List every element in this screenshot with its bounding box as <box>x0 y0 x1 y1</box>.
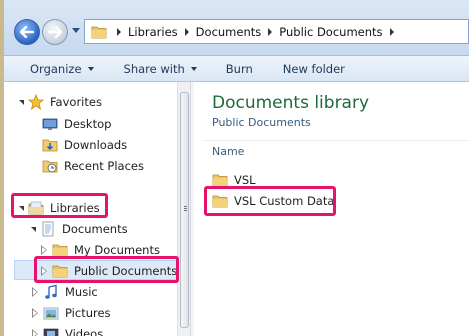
folder-icon <box>212 195 228 208</box>
downloads-folder-icon <box>42 139 58 152</box>
burn-button[interactable]: Burn <box>226 62 253 76</box>
desktop-icon <box>42 118 58 130</box>
organize-label: Organize <box>30 61 82 76</box>
recent-pages-dropdown-icon[interactable] <box>72 28 80 34</box>
collapsed-arrow-icon[interactable] <box>32 308 38 318</box>
nav-documents-label: Documents <box>62 222 128 236</box>
collapsed-arrow-icon[interactable] <box>41 245 47 255</box>
file-item[interactable]: VSL <box>212 170 256 190</box>
breadcrumb-separator-icon[interactable] <box>117 27 121 36</box>
back-arrow-icon <box>20 26 34 38</box>
collapsed-arrow-icon[interactable] <box>32 329 38 336</box>
nav-desktop-label: Desktop <box>64 117 112 131</box>
column-header-name[interactable]: Name <box>212 145 244 158</box>
column-divider <box>202 140 469 141</box>
forward-button[interactable] <box>42 19 68 45</box>
chevron-down-icon <box>190 66 197 71</box>
grip-line <box>184 210 187 211</box>
nav-downloads[interactable]: Downloads <box>42 135 127 155</box>
address-bar-area: Libraries Documents Public Documents <box>4 0 469 56</box>
new-folder-label: New folder <box>282 61 345 76</box>
share-with-button[interactable]: Share with <box>124 62 197 76</box>
nav-my-documents-label: My Documents <box>74 243 160 257</box>
chevron-down-icon <box>87 66 94 71</box>
breadcrumb-separator-icon[interactable] <box>184 27 189 36</box>
nav-videos-label: Videos <box>65 327 104 336</box>
nav-public-documents-label: Public Documents <box>74 264 178 278</box>
nav-my-documents[interactable]: My Documents <box>41 240 160 260</box>
nav-libraries-label: Libraries <box>50 201 100 215</box>
folder-icon <box>212 174 228 187</box>
nav-recent-places[interactable]: Recent Places <box>42 156 144 176</box>
navigation-pane: Favorites Desktop Downloads Recent Place… <box>4 82 194 336</box>
library-title: Documents library <box>212 93 370 113</box>
nav-downloads-label: Downloads <box>64 138 128 152</box>
expanded-arrow-icon[interactable] <box>19 205 24 211</box>
organize-button[interactable]: Organize <box>30 62 94 76</box>
nav-favorites-label: Favorites <box>50 95 102 109</box>
breadcrumb-separator-icon[interactable] <box>389 27 394 36</box>
file-item-label: VSL <box>234 173 256 187</box>
nav-scrollbar-thumb[interactable] <box>180 92 189 328</box>
forward-arrow-icon <box>48 26 62 38</box>
nav-favorites[interactable]: Favorites <box>19 92 102 112</box>
folder-icon <box>91 26 107 38</box>
file-item[interactable]: VSL Custom Data <box>212 191 334 211</box>
videos-icon <box>43 328 59 336</box>
content-pane: Documents library Public Documents Name … <box>194 82 469 336</box>
nav-videos[interactable]: Videos <box>32 324 104 336</box>
file-item-label: VSL Custom Data <box>234 194 335 208</box>
documents-library-icon <box>42 221 54 237</box>
libraries-icon <box>28 201 44 215</box>
address-box[interactable]: Libraries Documents Public Documents <box>84 19 469 44</box>
grip-line <box>184 208 187 209</box>
star-icon <box>28 94 44 110</box>
breadcrumb-documents[interactable]: Documents <box>196 25 262 39</box>
breadcrumb-separator-icon[interactable] <box>268 27 273 36</box>
nav-public-documents[interactable]: Public Documents <box>41 261 178 281</box>
grip-line <box>184 206 187 207</box>
expanded-arrow-icon[interactable] <box>19 99 24 105</box>
back-button[interactable] <box>14 19 40 45</box>
nav-pictures-label: Pictures <box>65 306 111 320</box>
command-bar: Organize Share with Burn New folder <box>4 56 469 82</box>
nav-scrollbar[interactable] <box>177 82 190 336</box>
nav-documents[interactable]: Documents <box>31 219 128 239</box>
share-with-label: Share with <box>123 61 185 76</box>
pictures-icon <box>43 307 59 320</box>
nav-music[interactable]: Music <box>32 282 98 302</box>
nav-libraries[interactable]: Libraries <box>19 198 100 218</box>
music-icon <box>45 284 57 299</box>
burn-label: Burn <box>225 61 253 76</box>
new-folder-button[interactable]: New folder <box>283 62 345 76</box>
nav-pictures[interactable]: Pictures <box>32 303 111 323</box>
nav-desktop[interactable]: Desktop <box>42 114 111 134</box>
folder-icon <box>52 244 68 257</box>
recent-places-icon <box>42 160 58 173</box>
expanded-arrow-icon[interactable] <box>31 226 36 232</box>
nav-music-label: Music <box>65 285 98 299</box>
nav-recent-places-label: Recent Places <box>64 159 144 173</box>
breadcrumb-libraries[interactable]: Libraries <box>128 25 178 39</box>
breadcrumb-public-documents[interactable]: Public Documents <box>279 25 382 39</box>
collapsed-arrow-icon[interactable] <box>32 287 38 297</box>
folder-icon <box>52 265 68 278</box>
collapsed-arrow-icon[interactable] <box>41 266 47 276</box>
library-subtitle: Public Documents <box>212 116 311 129</box>
